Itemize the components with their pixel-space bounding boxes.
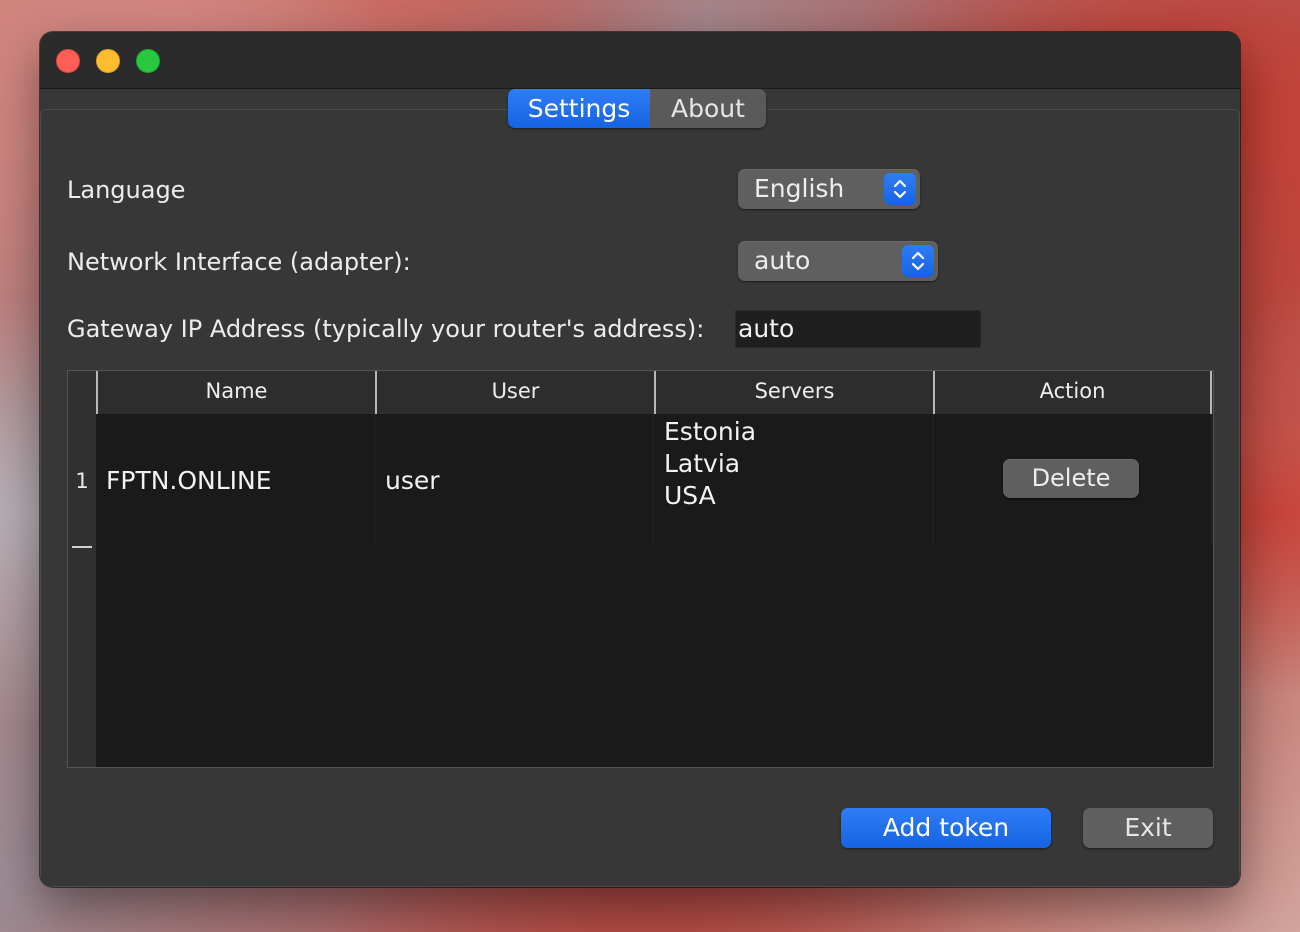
network-interface-select[interactable]: auto xyxy=(738,241,938,281)
cell-servers[interactable]: Estonia Latvia USA xyxy=(654,414,933,546)
zoom-window-button[interactable] xyxy=(136,49,160,73)
cell-action: Delete xyxy=(933,414,1212,546)
settings-tab-pane: Language English Network Interface (adap… xyxy=(40,109,1240,887)
language-label: Language xyxy=(67,176,186,204)
add-token-button[interactable]: Add token xyxy=(841,808,1051,848)
column-header-servers[interactable]: Servers xyxy=(654,371,933,414)
gateway-ip-label: Gateway IP Address (typically your route… xyxy=(67,315,705,343)
tab-settings[interactable]: Settings xyxy=(508,89,650,128)
column-header-name[interactable]: Name xyxy=(96,371,375,414)
row-divider xyxy=(72,546,92,548)
settings-window: Language English Network Interface (adap… xyxy=(40,32,1240,887)
network-interface-select-value: auto xyxy=(754,246,811,275)
table-row[interactable]: FPTN.ONLINE user Estonia Latvia USA Dele… xyxy=(96,414,1213,546)
tokens-table: Name User Servers Action 1 FPTN.ONLINE u… xyxy=(67,370,1214,768)
server-item: Estonia xyxy=(664,417,757,446)
column-header-action[interactable]: Action xyxy=(933,371,1212,414)
up-down-chevron-icon xyxy=(884,173,916,205)
cell-name[interactable]: FPTN.ONLINE xyxy=(96,414,375,546)
network-interface-label: Network Interface (adapter): xyxy=(67,248,411,276)
tab-bar: Settings About xyxy=(508,89,766,128)
row-header-column xyxy=(68,371,96,767)
minimize-window-button[interactable] xyxy=(96,49,120,73)
table-header: Name User Servers Action xyxy=(96,371,1213,414)
close-window-button[interactable] xyxy=(56,49,80,73)
title-bar[interactable] xyxy=(40,32,1240,89)
exit-button[interactable]: Exit xyxy=(1083,808,1213,848)
up-down-chevron-icon xyxy=(902,245,934,277)
server-item: Latvia xyxy=(664,449,741,478)
tab-about[interactable]: About xyxy=(650,89,766,128)
row-index[interactable]: 1 xyxy=(68,469,96,493)
cell-user[interactable]: user xyxy=(375,414,654,546)
gateway-ip-input[interactable]: auto xyxy=(735,310,981,348)
language-select[interactable]: English xyxy=(738,169,920,209)
server-item: USA xyxy=(664,481,716,510)
delete-token-button[interactable]: Delete xyxy=(1003,459,1139,498)
language-select-value: English xyxy=(754,174,845,203)
column-header-user[interactable]: User xyxy=(375,371,654,414)
